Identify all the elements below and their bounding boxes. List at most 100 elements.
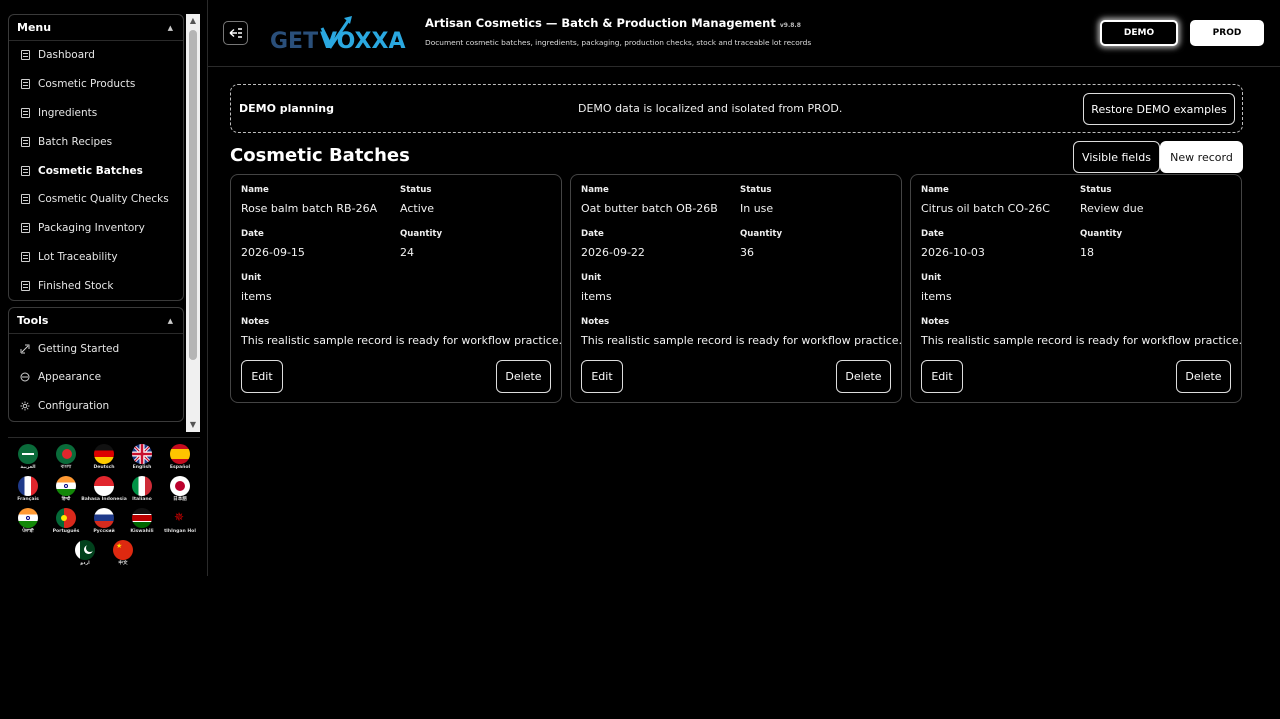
delete-button[interactable]: Delete (496, 360, 551, 393)
scrollbar-thumb[interactable] (189, 30, 197, 360)
collapse-sidebar-button[interactable] (223, 21, 248, 45)
demo-env-button[interactable]: DEMO (1100, 20, 1178, 46)
tools-panel-title: Tools (17, 314, 49, 328)
pk-flag-icon (75, 540, 95, 560)
language-option-fr[interactable]: Français (9, 476, 47, 508)
demo-banner: DEMO planning DEMO data is localized and… (230, 84, 1243, 133)
sidebar-item-lot-traceability[interactable]: Lot Traceability (9, 243, 183, 272)
language-option-pt[interactable]: Português (47, 508, 85, 540)
sidebar-item-ingredients[interactable]: Ingredients (9, 99, 183, 128)
sidebar-item-label: Cosmetic Products (38, 78, 136, 91)
restore-demo-button[interactable]: Restore DEMO examples (1083, 93, 1235, 125)
in-flag-icon (18, 508, 38, 528)
app-version: v9.8.8 (779, 22, 801, 29)
field-value-unit: items (241, 290, 272, 303)
sidebar-item-packaging-inventory[interactable]: Packaging Inventory (9, 214, 183, 243)
field-label-notes: Notes (921, 317, 950, 327)
sidebar-item-cosmetic-batches[interactable]: Cosmetic Batches (9, 156, 183, 185)
language-option-de[interactable]: Deutsch (85, 444, 123, 476)
record-card: Name Oat butter batch OB-26B Status In use D… (570, 174, 902, 403)
language-label: tlhIngan Hol (164, 529, 196, 534)
field-name: Name Citrus oil batch CO-26C (921, 185, 1050, 215)
language-option-jp[interactable]: 日本語 (161, 476, 199, 508)
new-record-button[interactable]: New record (1160, 141, 1243, 173)
language-option-bd[interactable]: বাংলা (47, 444, 85, 476)
fr-flag-icon (18, 476, 38, 496)
in-flag-icon (56, 476, 76, 496)
jp-flag-icon (170, 476, 190, 496)
field-label-status: Status (400, 185, 432, 195)
scroll-up-arrow-icon[interactable]: ▲ (186, 14, 200, 28)
language-option-ke[interactable]: Kiswahili (123, 508, 161, 540)
sidebar-item-dashboard[interactable]: Dashboard (9, 41, 183, 70)
language-option-kl[interactable]: ✵ tlhIngan Hol (161, 508, 199, 540)
sidebar-item-label: Cosmetic Batches (38, 164, 143, 177)
field-value-date: 2026-10-03 (921, 246, 985, 259)
field-value-name: Rose balm batch RB-26A (241, 202, 378, 215)
tools-list: Getting Started Appearance Configuration (9, 334, 183, 420)
sidebar-scrollbar[interactable]: ▲ ▼ (186, 14, 200, 432)
sidebar-item-label: Dashboard (38, 49, 95, 62)
menu-panel-title: Menu (17, 21, 52, 34)
sidebar-item-cosmetic-quality-checks[interactable]: Cosmetic Quality Checks (9, 185, 183, 214)
language-option-in[interactable]: ਪੰਜਾਬੀ (9, 508, 47, 540)
prod-env-button[interactable]: PROD (1190, 20, 1264, 46)
language-option-ru[interactable]: Русский (85, 508, 123, 540)
tools-item-label: Getting Started (38, 342, 120, 355)
sa-flag-icon (18, 444, 38, 464)
edit-button[interactable]: Edit (921, 360, 963, 393)
field-value-quantity: 24 (400, 246, 414, 259)
language-label: 中文 (118, 561, 128, 566)
menu-list: Dashboard Cosmetic Products Ingredients Bat… (9, 41, 183, 300)
language-option-it[interactable]: Italiano (123, 476, 161, 508)
tools-item-label: Appearance (38, 371, 102, 384)
language-option-cn[interactable]: ★ 中文 (104, 540, 142, 572)
tools-panel-header[interactable]: Tools ▲ (9, 308, 183, 335)
tools-item-appearance[interactable]: Appearance (9, 363, 183, 392)
chevron-up-icon[interactable]: ▲ (168, 24, 173, 32)
document-glyph (20, 79, 30, 90)
language-option-in[interactable]: हिन्दी (47, 476, 85, 508)
field-quantity: Quantity 24 (400, 229, 442, 259)
tools-item-getting-started[interactable]: Getting Started (9, 334, 183, 363)
document-glyph (20, 50, 30, 61)
menu-panel-header[interactable]: Menu ▲ (9, 15, 183, 41)
sidebar: Menu ▲ Dashboard Cosmetic Products Ingredi… (0, 0, 208, 576)
field-label-unit: Unit (241, 273, 262, 283)
visible-fields-button[interactable]: Visible fields (1073, 141, 1160, 173)
document-glyph (20, 165, 30, 176)
delete-button[interactable]: Delete (1176, 360, 1231, 393)
edit-button[interactable]: Edit (241, 360, 283, 393)
language-option-id[interactable]: Bahasa Indonesia (81, 476, 127, 508)
field-value-unit: items (921, 290, 952, 303)
language-label: ਪੰਜਾਬੀ (22, 529, 34, 534)
chevron-up-icon[interactable]: ▲ (168, 317, 173, 325)
getvoxxa-logo[interactable]: GET VOXXA (270, 14, 412, 54)
tools-item-configuration[interactable]: Configuration (9, 392, 183, 421)
language-option-es[interactable]: Español (161, 444, 199, 476)
top-header: GET VOXXA Artisan Cosmetics — Batch & Pr… (208, 0, 1280, 67)
collapse-sidebar-icon (229, 28, 242, 38)
scroll-down-arrow-icon[interactable]: ▼ (186, 418, 200, 432)
sidebar-item-label: Packaging Inventory (38, 222, 145, 235)
field-unit: Unit items (921, 273, 952, 303)
field-date: Date 2026-09-22 (581, 229, 645, 259)
sidebar-scroll-area[interactable]: Menu ▲ Dashboard Cosmetic Products Ingredi… (6, 14, 186, 432)
app-title: Artisan Cosmetics — Batch & Production M… (425, 16, 801, 30)
language-label: Español (169, 465, 191, 470)
edit-button[interactable]: Edit (581, 360, 623, 393)
language-option-sa[interactable]: العربية (9, 444, 47, 476)
sidebar-item-label: Lot Traceability (38, 250, 118, 263)
field-quantity: Quantity 36 (740, 229, 782, 259)
sidebar-item-batch-recipes[interactable]: Batch Recipes (9, 127, 183, 156)
banner-message: DEMO data is localized and isolated from… (578, 102, 843, 115)
language-label: 日本語 (173, 497, 187, 502)
delete-button[interactable]: Delete (836, 360, 891, 393)
language-label: हिन्दी (61, 497, 71, 502)
field-label-notes: Notes (241, 317, 270, 327)
language-option-pk[interactable]: اردو (66, 540, 104, 572)
sidebar-item-finished-stock[interactable]: Finished Stock (9, 271, 183, 300)
language-option-gb[interactable]: English (123, 444, 161, 476)
sidebar-item-cosmetic-products[interactable]: Cosmetic Products (9, 70, 183, 99)
document-icon (20, 251, 30, 262)
